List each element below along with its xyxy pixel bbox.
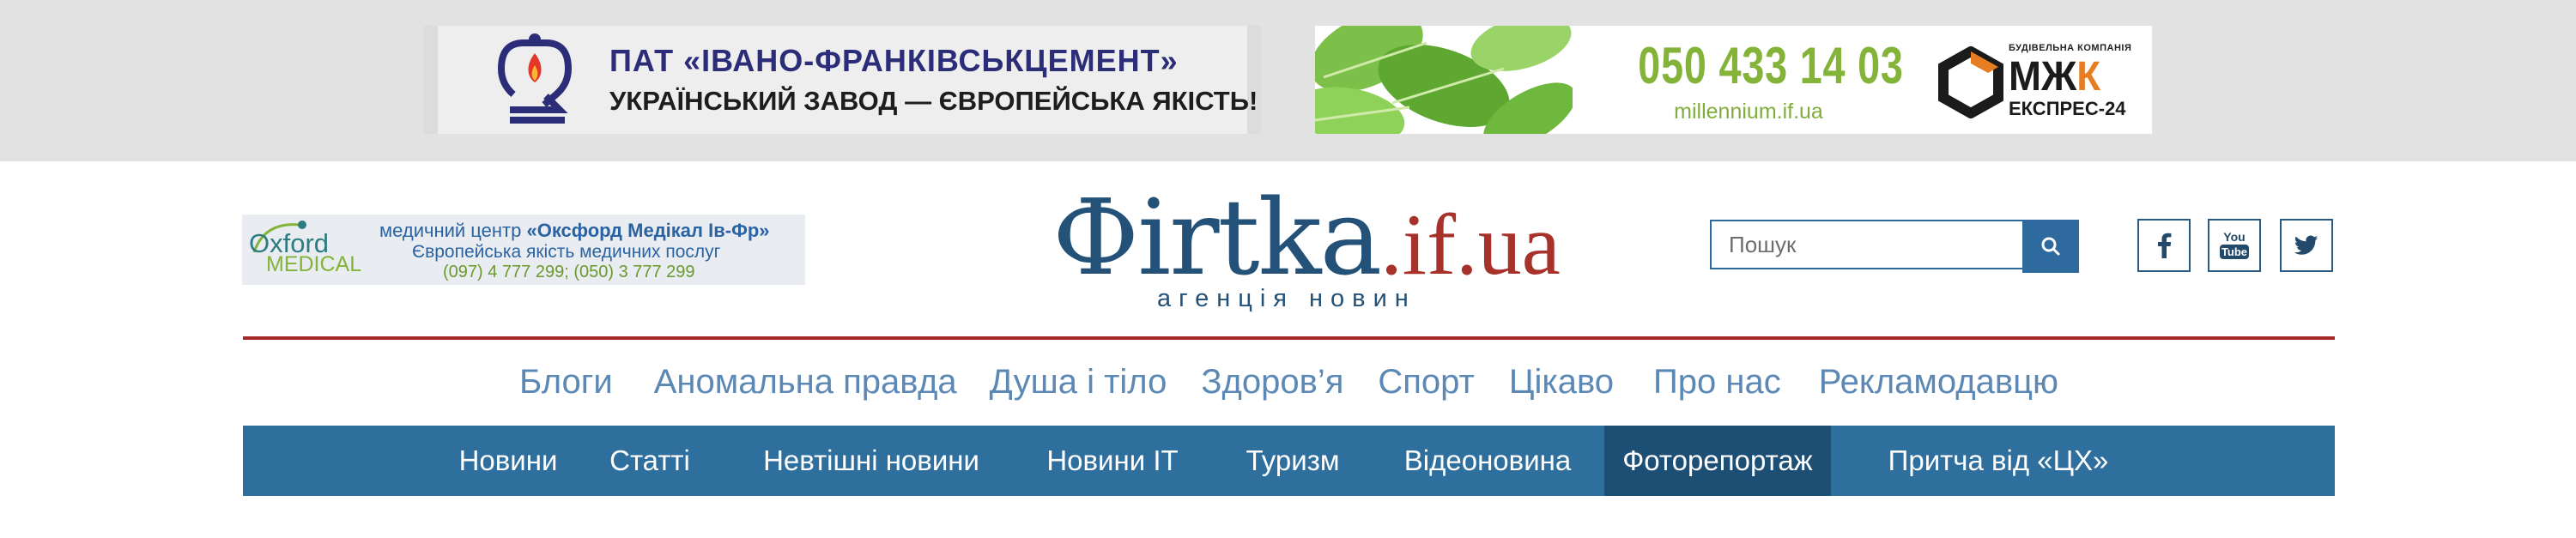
primary-nav: Блоги Аномальна правда Душа і тіло Здоро… (243, 354, 2335, 410)
nav2-item-tourism[interactable]: Туризм (1240, 426, 1345, 496)
oxford-medical-ad[interactable]: Oxford MEDICAL медичний центр «Оксфорд М… (242, 215, 805, 285)
oxford-ad-phones: (097) 4 777 299; (050) 3 777 299 (443, 263, 695, 281)
cement-banner-subtitle: УКРАЇНСЬКИЙ ЗАВОД — ЄВРОПЕЙСЬКА ЯКІСТЬ! (609, 86, 1258, 116)
youtube-icon: You Tube (2220, 230, 2249, 259)
mzk-name-accent: К (2076, 54, 2101, 100)
top-banner-strip: ПАТ «ІВАНО-ФРАНКІВСЬКЦЕМЕНТ» УКРАЇНСЬКИЙ… (0, 0, 2576, 161)
oxford-ad-line2: Європейська якість медичних послуг (412, 242, 721, 262)
oxford-ad-line1: медичний центр «Оксфорд Медікал Ів-Фр» (379, 220, 770, 242)
logo-main-text: Фirtka (1052, 177, 1382, 299)
nav-item-health[interactable]: Здоров’я (1201, 363, 1343, 402)
twitter-button[interactable] (2280, 219, 2333, 272)
svg-text:Tube: Tube (2221, 245, 2247, 258)
nav2-item-parable[interactable]: Притча від «ЦХ» (1874, 426, 2123, 496)
leaves-image (1315, 26, 1573, 134)
cement-banner-title: ПАТ «ІВАНО-ФРАНКІВСЬКЦЕМЕНТ» (609, 43, 1179, 78)
search-form (1710, 220, 2086, 273)
nav2-item-it-news[interactable]: Новини IT (1041, 426, 1184, 496)
svg-text:You: You (2223, 230, 2245, 244)
ad-phone-number: 050 433 14 03 (1638, 37, 1904, 94)
oxford-ad-prefix: медичний центр (379, 220, 527, 241)
mzk-logo-icon (1938, 46, 2003, 118)
logo-domain-text: .if.ua (1380, 196, 1561, 293)
ad-site-url: millennium.if.ua (1674, 100, 1823, 124)
mzk-company-name: МЖК (2009, 53, 2100, 100)
secondary-nav: Новини Статті Невтішні новини Новини IT … (243, 426, 2335, 496)
search-input[interactable] (1710, 220, 2022, 269)
nav2-item-articles[interactable]: Статті (603, 426, 696, 496)
nav-item-sport[interactable]: Спорт (1378, 363, 1474, 402)
nav-item-anomalous-truth[interactable]: Аномальна правда (654, 363, 957, 402)
nav2-item-news[interactable]: Новини (456, 426, 561, 496)
facebook-icon (2158, 233, 2172, 258)
oxford-logo-subtext: MEDICAL (266, 252, 362, 276)
search-icon (2041, 237, 2060, 256)
cement-banner-ad[interactable]: ПАТ «ІВАНО-ФРАНКІВСЬКЦЕМЕНТ» УКРАЇНСЬКИЙ… (424, 26, 1261, 134)
nav-item-blogs[interactable]: Блоги (519, 363, 613, 402)
logo-tagline: агенція новин (1157, 285, 1416, 312)
youtube-button[interactable]: You Tube (2208, 219, 2261, 272)
nav-item-soul-body[interactable]: Душа і тіло (990, 363, 1167, 402)
twitter-icon (2294, 235, 2318, 255)
banner-edge (424, 26, 438, 134)
nav-item-about[interactable]: Про нас (1653, 363, 1781, 402)
mzk-name-part: МЖ (2009, 54, 2077, 100)
oxford-ad-name: «Оксфорд Медікал Ів-Фр» (526, 220, 770, 241)
site-logo[interactable]: Фirtka.if.ua (1052, 177, 1561, 299)
nav2-item-video-news[interactable]: Відеоновина (1393, 426, 1582, 496)
mzk-company-label: БУДІВЕЛЬНА КОМПАНІЯ (2009, 43, 2132, 53)
search-button[interactable] (2022, 220, 2079, 273)
header-divider (243, 336, 2335, 340)
mzk-company-suffix: ЕКСПРЕС-24 (2009, 98, 2126, 119)
millennium-banner-ad[interactable]: 050 433 14 03 millennium.if.ua БУДІВЕЛЬН… (1315, 26, 2152, 134)
nav-item-interesting[interactable]: Цікаво (1509, 363, 1614, 402)
cement-logo-icon (498, 33, 573, 124)
nav2-item-photo-report[interactable]: Фоторепортаж (1604, 426, 1831, 496)
facebook-button[interactable] (2137, 219, 2191, 272)
nav2-item-sad-news[interactable]: Невтішні новини (753, 426, 990, 496)
nav-item-advertisers[interactable]: Рекламодавцю (1819, 363, 2058, 402)
banner-edge (1247, 26, 1261, 134)
